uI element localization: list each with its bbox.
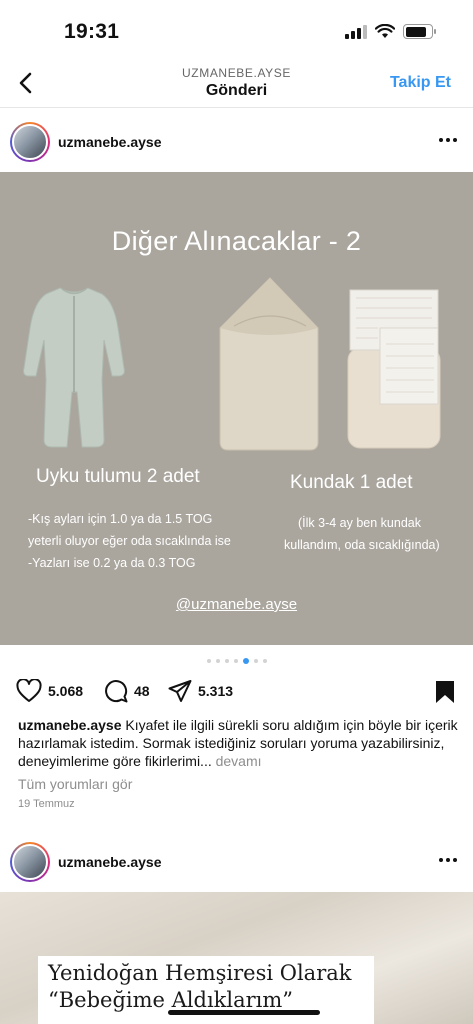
carousel-indicator [0, 658, 473, 664]
comment-icon [105, 680, 128, 703]
bookmark-button[interactable] [435, 680, 455, 709]
caption-username[interactable]: uzmanebe.ayse [18, 717, 122, 733]
carousel-dot [253, 659, 258, 663]
share-count: 5.313 [198, 683, 234, 699]
post-username-2[interactable]: uzmanebe.ayse [58, 854, 162, 870]
status-time: 19:31 [64, 20, 120, 43]
comment-count: 48 [134, 683, 150, 699]
battery-icon [403, 24, 436, 39]
status-icons [345, 24, 436, 39]
like-count: 5.068 [48, 683, 84, 699]
sleep-suit-note-2: yeterli oluyor eğer oda sıcaklında ise [28, 534, 231, 548]
slide-handle: @uzmanebe.ayse [175, 596, 298, 613]
swaddle-note-1: (İlk 3-4 ay ben kundak [298, 516, 421, 530]
post-header: uzmanebe.ayse [0, 108, 473, 172]
wifi-icon [375, 24, 395, 38]
carousel-dot [206, 659, 211, 663]
post2-text-line-1: Yenidoğan Hemşiresi Olarak [48, 961, 352, 985]
swaddle-hooded-illustration [219, 277, 319, 451]
share-icon [168, 680, 192, 702]
sleep-suit-illustration [23, 287, 125, 448]
status-bar: 19:31 [0, 0, 473, 60]
slide-title: Diğer Alınacaklar - 2 [111, 226, 362, 256]
swaddle-muslin-illustration [347, 289, 441, 449]
carousel-dot [233, 659, 238, 663]
home-indicator [168, 1010, 320, 1015]
sleep-suit-label: Uyku tulumu 2 adet [36, 466, 200, 487]
carousel-dot [215, 659, 220, 663]
caption-more-link[interactable]: devamı [216, 753, 262, 769]
more-icon[interactable] [439, 858, 457, 862]
swaddle-label: Kundak 1 adet [290, 472, 413, 493]
post2-text: Yenidoğan Hemşiresi Olarak “Bebeğime Ald… [48, 960, 351, 1014]
post-header-2: uzmanebe.ayse [0, 828, 473, 892]
post-caption: uzmanebe.ayse Kıyafet ile ilgili sürekli… [18, 716, 458, 770]
post-username[interactable]: uzmanebe.ayse [58, 134, 162, 150]
more-icon[interactable] [439, 138, 457, 142]
post-image-2[interactable]: Yenidoğan Hemşiresi Olarak “Bebeğime Ald… [0, 892, 473, 1024]
post-image[interactable]: Diğer Alınacaklar - 2 Uyku tulumu 2 adet… [0, 172, 473, 645]
carousel-dot-active [242, 658, 249, 664]
comment-button[interactable]: 48 [104, 679, 150, 703]
view-all-comments-link[interactable]: Tüm yorumları gör [18, 776, 132, 792]
signal-icon [345, 24, 367, 39]
post-actions: 5.068 48 5.313 [0, 676, 473, 708]
bookmark-icon [436, 681, 454, 703]
avatar[interactable] [10, 122, 50, 162]
swaddle-note-2: kullandım, oda sıcaklığında) [284, 538, 440, 552]
post-date: 19 Temmuz [18, 798, 75, 810]
sleep-suit-note-3: -Yazları ise 0.2 ya da 0.3 TOG [28, 556, 196, 570]
carousel-dot [262, 659, 267, 663]
nav-header: UZMANEBE.AYSE Gönderi Takip Et [0, 60, 473, 108]
sleep-suit-note-1: -Kış ayları için 1.0 ya da 1.5 TOG [28, 512, 213, 526]
avatar-2[interactable] [10, 842, 50, 882]
carousel-dot [224, 659, 229, 663]
share-button[interactable]: 5.313 [168, 679, 233, 703]
like-button[interactable]: 5.068 [16, 679, 83, 703]
heart-icon [16, 679, 42, 702]
follow-button[interactable]: Takip Et [390, 74, 451, 92]
